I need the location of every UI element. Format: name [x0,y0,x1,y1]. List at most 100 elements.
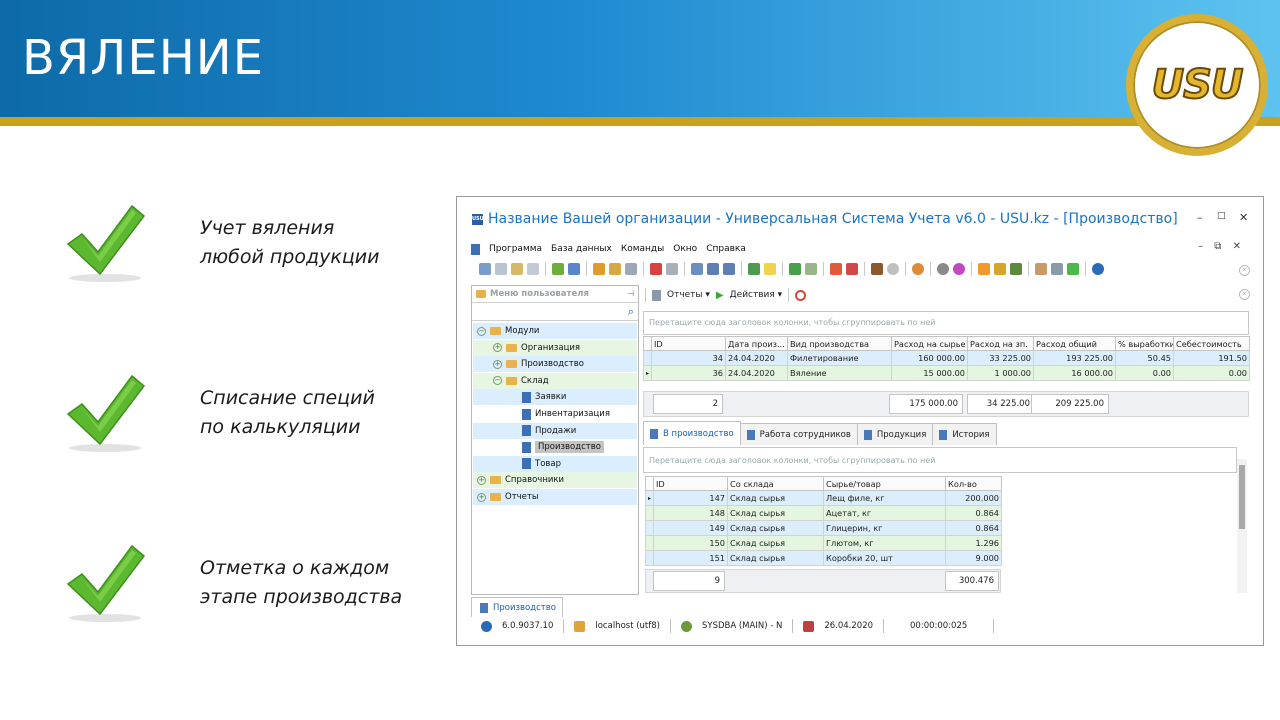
play-icon[interactable] [1067,263,1079,275]
delete-icon[interactable] [527,263,539,275]
search-icon[interactable]: ⌕ [628,305,634,319]
table-row[interactable]: 34 24.04.2020 Филетирование 160 000.00 33 22… [643,350,1250,366]
menu-window[interactable]: Окно [673,244,697,254]
reports-button[interactable]: Отчеты ▾ [667,290,710,300]
tree-item[interactable]: Производство [473,439,637,455]
panel-close-icon[interactable]: ✕ [1239,289,1250,300]
toolbar-close-icon[interactable]: ✕ [1239,265,1250,276]
column-header[interactable]: Сырье/товар [823,476,946,491]
close-button[interactable]: ✕ [1239,211,1248,224]
column-header[interactable]: Расход на зп. [967,336,1034,351]
location-icon[interactable] [912,263,924,275]
book-icon[interactable] [871,263,883,275]
filter-clear-icon[interactable] [609,263,621,275]
tree-item[interactable]: + Отчеты [473,489,637,505]
tab-products[interactable]: Продукция [856,423,934,445]
rss-icon[interactable] [978,263,990,275]
column-header[interactable]: ID [653,476,728,491]
note-icon[interactable] [764,263,776,275]
add-column-icon[interactable] [748,263,760,275]
actions-button[interactable]: Действия ▾ [730,290,783,300]
tree-item[interactable]: Продажи [473,422,637,439]
toolbar-separator [643,262,644,276]
expand-icon[interactable]: + [477,492,486,502]
print-icon[interactable] [1051,263,1063,275]
tab-history[interactable]: История [932,423,997,445]
menu-search[interactable]: ⌕ [472,303,638,321]
search-icon[interactable] [568,263,580,275]
table-cell: 193 225.00 [1033,350,1116,366]
filter-settings-icon[interactable] [625,263,637,275]
save-icon[interactable] [479,263,491,275]
export-options-icon[interactable] [805,263,817,275]
menu-database[interactable]: База данных [551,244,612,254]
tree-item[interactable]: + Организация [473,339,637,356]
menu-help[interactable]: Справка [706,244,746,254]
menu-commands[interactable]: Команды [621,244,664,254]
refresh-icon[interactable] [552,263,564,275]
column-header[interactable]: Кол-во [945,476,1002,491]
window-tab-production[interactable]: Производство [471,597,563,617]
collapse-icon[interactable] [723,263,735,275]
clock-icon[interactable] [887,263,899,275]
gear-icon[interactable] [937,263,949,275]
expand-icon[interactable] [707,263,719,275]
palette-icon[interactable] [953,263,965,275]
expand-icon[interactable]: + [493,343,502,353]
tree-item[interactable]: − Склад [473,372,637,389]
expand-icon[interactable]: + [477,475,486,485]
table-row[interactable]: ▸ 147 Склад сырья Лещ филе, кг 200.000 [645,490,1002,506]
column-header[interactable]: Расход на сырье [891,336,968,351]
tab-in-production[interactable]: В производство [643,421,741,445]
edit-icon[interactable] [511,263,523,275]
menu-program[interactable]: Программа [489,244,542,254]
info-icon[interactable] [1092,263,1104,275]
pin-icon[interactable]: ⊣ [627,289,634,298]
table-row[interactable]: ▸ 36 24.04.2020 Вяление 15 000.00 1 000.00 16 … [643,365,1250,381]
collapse-icon[interactable]: − [493,376,502,386]
maximize-button[interactable]: □ [1217,211,1226,221]
table-row[interactable]: 150 Склад сырья Глютом, кг 1.296 [645,535,1002,551]
user-icon [680,620,692,632]
row-indicator [645,505,654,521]
expand-icon[interactable]: + [493,359,502,369]
tree-item[interactable]: Заявки [473,389,637,406]
column-header[interactable]: Дата произ... [725,336,788,351]
table-icon[interactable] [1035,263,1047,275]
import-icon[interactable] [691,263,703,275]
stop-icon[interactable] [795,289,807,301]
checkmark-icon [66,374,146,452]
tree-item[interactable]: + Производство [473,356,637,373]
tab-employee-work[interactable]: Работа сотрудников [739,423,858,445]
table-cell: Глицерин, кг [823,520,946,536]
column-header[interactable]: Себестоимость [1173,336,1250,351]
tree-item[interactable]: + Справочники [473,472,637,489]
user-menu-header: Меню пользователя [472,286,638,303]
table-row[interactable]: 148 Склад сырья Ацетат, кг 0.864 [645,505,1002,521]
flag-icon[interactable] [650,263,662,275]
table-row[interactable]: 149 Склад сырья Глицерин, кг 0.864 [645,520,1002,536]
column-header[interactable]: Со склада [727,476,824,491]
tree-item[interactable]: Инвентаризация [473,406,637,422]
window-new-icon[interactable] [830,263,842,275]
column-header[interactable]: Расход общий [1033,336,1116,351]
table-row[interactable]: 151 Склад сырья Коробки 20, шт 9.000 [645,550,1002,566]
vertical-scrollbar[interactable] [1237,459,1247,593]
export-icon[interactable] [789,263,801,275]
column-header[interactable]: Вид производства [787,336,892,351]
mdi-controls[interactable]: – ⧉ ✕ [1198,241,1245,252]
collapse-icon[interactable]: − [477,326,486,336]
tree-item[interactable]: − Модули [473,323,637,339]
image-icon[interactable] [666,263,678,275]
tree-item[interactable]: Товар [473,455,637,472]
column-header[interactable]: ID [651,336,726,351]
minimize-button[interactable]: – [1197,211,1203,224]
feature-item: Отметка о каждом этапе производства [60,540,440,630]
window-close-icon[interactable] [846,263,858,275]
users-icon[interactable] [1010,263,1022,275]
filter-icon[interactable] [593,263,605,275]
lock-icon[interactable] [994,263,1006,275]
column-header[interactable]: % выработки [1115,336,1174,351]
scrollbar-thumb[interactable] [1239,465,1245,529]
copy-icon[interactable] [495,263,507,275]
